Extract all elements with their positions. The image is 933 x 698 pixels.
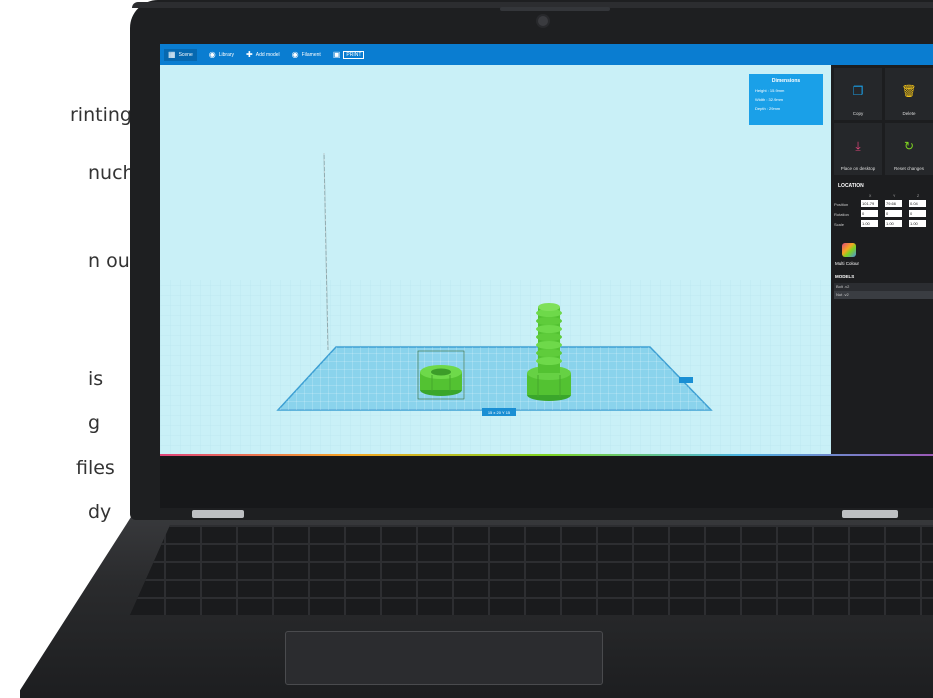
scale-z-field[interactable]: 1.00: [909, 220, 926, 227]
add-icon: ✚: [246, 49, 253, 59]
toolbar-label: Scene: [178, 51, 193, 58]
multi-colour-icon[interactable]: [842, 243, 856, 257]
rotation-label: Rotation: [834, 212, 849, 217]
text-line: is: [88, 368, 104, 390]
toolbar-library[interactable]: ◉ Library: [208, 49, 235, 59]
models-title: MODELS: [835, 274, 855, 279]
keyboard: [130, 525, 933, 615]
filament-icon: ◉: [291, 49, 299, 59]
rotation-z-field[interactable]: 0: [909, 210, 926, 217]
nut-model: [420, 365, 462, 396]
delete-button[interactable]: 🗑 Delete: [885, 68, 933, 120]
rainbow-accent-bar: [160, 454, 933, 456]
tile-label: Copy: [852, 111, 864, 116]
tile-label: Place on desktop: [840, 166, 876, 171]
text-line: rinting: [70, 104, 132, 126]
scene-svg: 15 x 20 Y 15: [160, 65, 831, 456]
text-line: files: [76, 457, 115, 479]
position-z-field[interactable]: 0.04: [909, 200, 926, 207]
position-x-field[interactable]: 101.79: [861, 200, 878, 207]
dimension-width: Width : 32.9mm: [755, 97, 784, 102]
reset-changes-button[interactable]: ↻ Reset changes: [885, 123, 933, 175]
scale-label: Scale: [834, 222, 845, 227]
touchpad: [285, 631, 603, 685]
toolbar-scene[interactable]: ▦ Scene: [164, 48, 197, 61]
text-line: dy: [88, 501, 112, 523]
right-panel: ❐ Copy 🗑 Delete ⤓ Place on desktop ↻ Res…: [831, 65, 933, 456]
toolbar-add-model[interactable]: ✚ Add model: [246, 49, 280, 59]
printer-icon: ▣: [332, 49, 341, 59]
scale-x-field[interactable]: 1.00: [861, 220, 878, 227]
download-icon: ⤓: [855, 139, 861, 153]
camera-bar: [500, 7, 610, 11]
copy-button[interactable]: ❐ Copy: [834, 68, 882, 120]
print-button[interactable]: ▣ PRINT: [332, 49, 365, 59]
laptop-screen: ▦ Scene ◉ Library ✚ Add model ◉ Filament…: [160, 44, 933, 456]
dimensions-title: Dimensions: [771, 78, 801, 84]
text-line: nuch: [88, 162, 135, 184]
plate-label: 15 x 20 Y 15: [488, 410, 511, 415]
hinge-right: [842, 510, 898, 518]
dimension-depth: Depth : 29mm: [755, 106, 781, 111]
3d-viewport[interactable]: 15 x 20 Y 15 Dimensions Height: 15.9mm …: [160, 65, 831, 456]
toolbar-filament[interactable]: ◉ Filament: [291, 49, 321, 59]
trash-icon: 🗑: [901, 84, 917, 98]
toolbar-label: Add model: [255, 51, 280, 58]
multi-colour-label: Multi Colour: [835, 261, 860, 266]
grid-icon: ▦: [168, 49, 176, 59]
hinge-left: [192, 510, 244, 518]
screen-bezel-bottom: [160, 456, 933, 508]
print-label: PRINT: [343, 50, 365, 59]
copy-icon: ❐: [852, 84, 864, 98]
library-icon: ◉: [208, 49, 216, 59]
scale-y-field[interactable]: 1.00: [885, 220, 902, 227]
dimensions-panel: Dimensions Height : 15.9mm Width : 32.9m…: [749, 74, 823, 125]
axis-label-x: X: [869, 194, 872, 198]
toolbar-label: Library: [218, 51, 235, 58]
plate-side-marker: [679, 377, 693, 383]
place-on-desktop-button[interactable]: ⤓ Place on desktop: [834, 123, 882, 175]
axis-label-y: Y: [893, 194, 896, 198]
tile-label: Delete: [902, 111, 916, 116]
position-y-field[interactable]: 79.66: [885, 200, 902, 207]
model-item[interactable]: Nut .v2: [834, 291, 933, 299]
webcam-icon: [538, 16, 548, 26]
rotation-y-field[interactable]: 0: [885, 210, 902, 217]
undo-icon: ↻: [903, 139, 915, 153]
app-toolbar: ▦ Scene ◉ Library ✚ Add model ◉ Filament…: [160, 44, 933, 65]
model-item[interactable]: Bolt .v2: [834, 283, 933, 291]
tile-label: Reset changes: [893, 166, 925, 171]
text-line: g: [88, 412, 101, 434]
position-label: Position: [834, 202, 849, 207]
dimension-height: Height : 15.9mm: [755, 88, 785, 93]
location-title: LOCATION: [838, 183, 864, 189]
axis-label-z: Z: [917, 194, 920, 198]
toolbar-label: Filament: [301, 51, 321, 58]
rotation-x-field[interactable]: 0: [861, 210, 878, 217]
